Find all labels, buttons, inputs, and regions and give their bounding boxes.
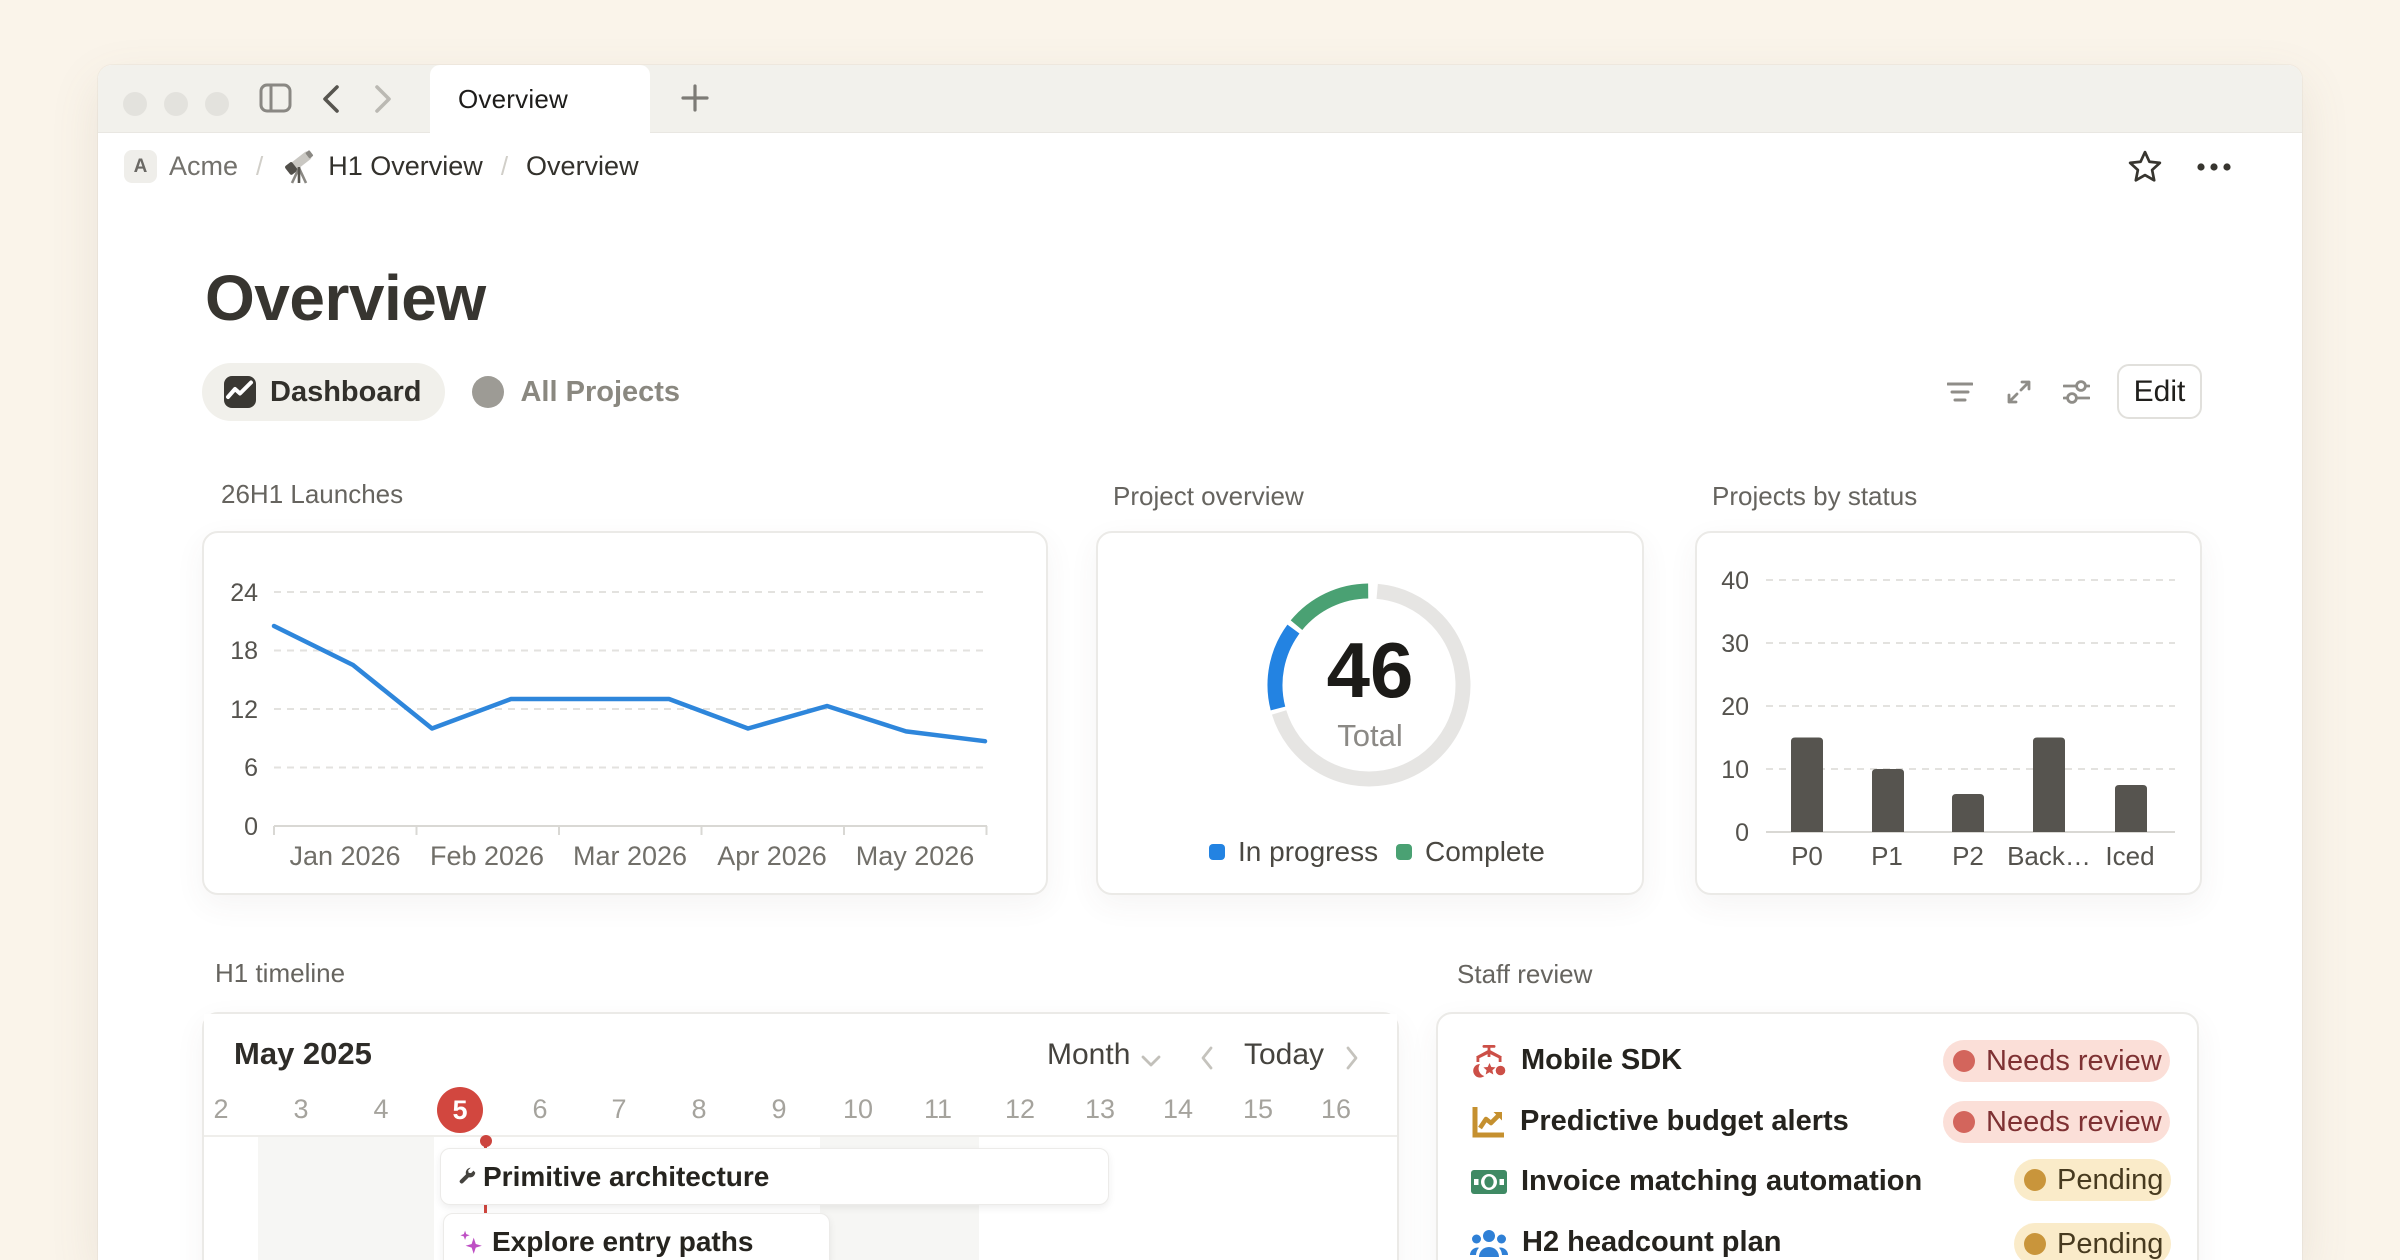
svg-text:18: 18 <box>230 637 258 665</box>
svg-text:Jan 2026: Jan 2026 <box>289 841 400 871</box>
svg-text:6: 6 <box>244 754 258 782</box>
svg-text:P0: P0 <box>1791 841 1823 871</box>
svg-text:May 2026: May 2026 <box>856 841 975 871</box>
svg-text:Mar 2026: Mar 2026 <box>573 841 687 871</box>
svg-text:40: 40 <box>1721 567 1749 595</box>
svg-text:0: 0 <box>1735 819 1749 847</box>
svg-text:P2: P2 <box>1952 841 1984 871</box>
svg-text:10: 10 <box>1721 756 1749 784</box>
svg-text:Feb 2026: Feb 2026 <box>430 841 544 871</box>
svg-text:30: 30 <box>1721 630 1749 658</box>
svg-text:Iced: Iced <box>2105 841 2154 871</box>
svg-text:12: 12 <box>230 696 258 724</box>
svg-text:0: 0 <box>244 813 258 841</box>
svg-text:24: 24 <box>230 579 258 607</box>
svg-text:P1: P1 <box>1871 841 1903 871</box>
svg-text:Apr 2026: Apr 2026 <box>717 841 827 871</box>
svg-text:20: 20 <box>1721 693 1749 721</box>
svg-text:Back…: Back… <box>2007 841 2091 871</box>
